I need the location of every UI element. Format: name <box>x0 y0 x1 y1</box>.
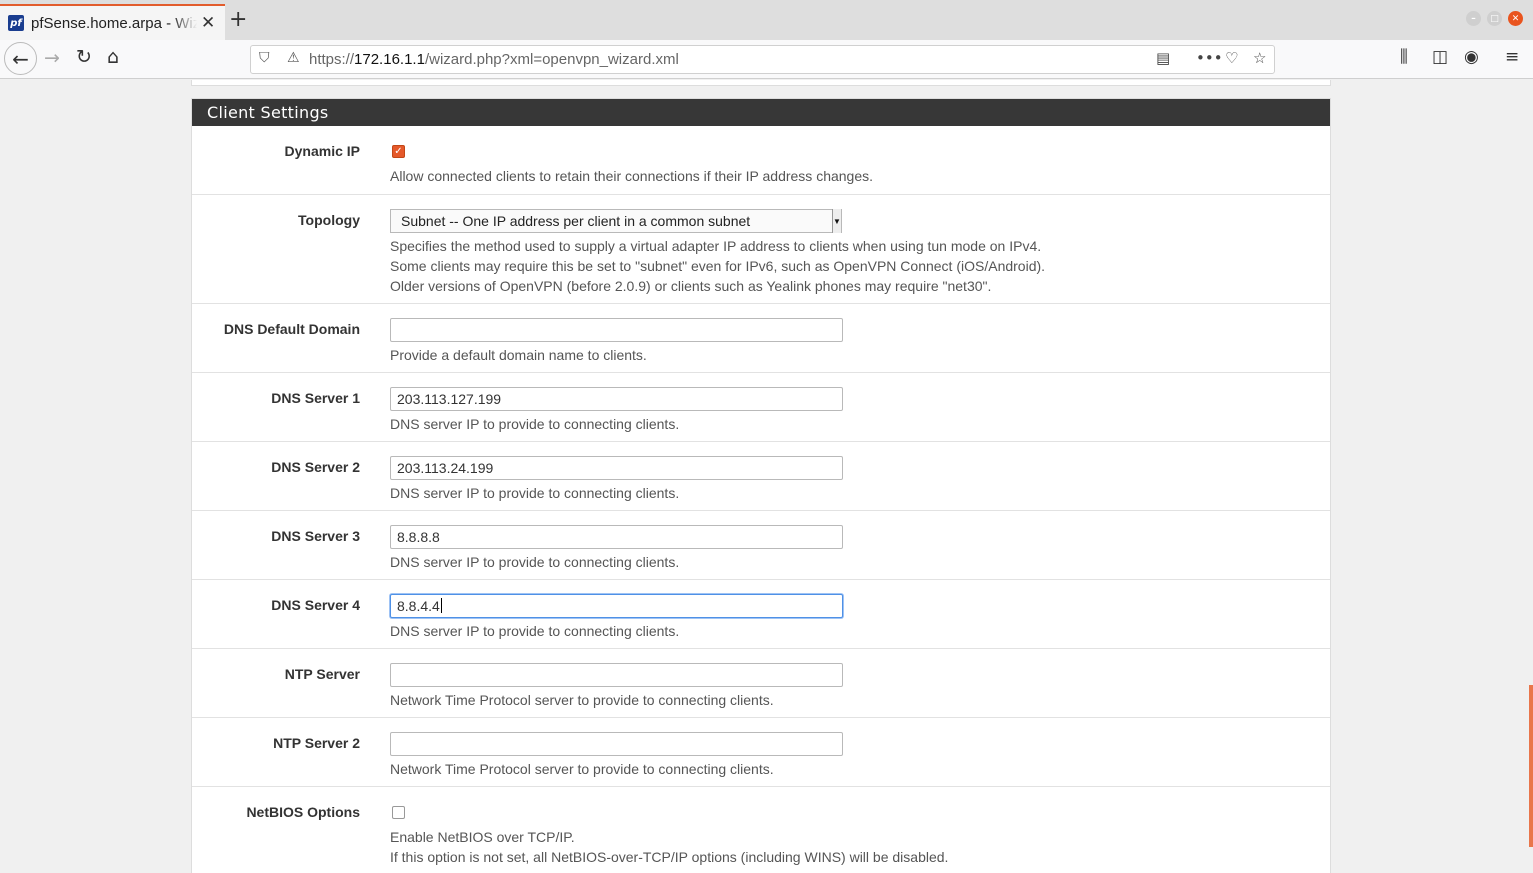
maximize-icon[interactable]: □ <box>1487 11 1502 26</box>
dns-server-1-help: DNS server IP to provide to connecting c… <box>390 416 680 432</box>
dns-server-4-help: DNS server IP to provide to connecting c… <box>390 623 680 639</box>
sidebar-icon[interactable]: ◫ <box>1432 47 1448 67</box>
row-dns-default-domain: DNS Default Domain Provide a default dom… <box>192 304 1330 373</box>
library-icon[interactable]: ⫼ <box>1400 47 1408 67</box>
tab-title: pfSense.home.arpa - Wizard <box>31 14 197 32</box>
page-actions-icon[interactable]: ••• <box>1196 49 1223 67</box>
row-dynamic-ip: Dynamic IP ✓ Allow connected clients to … <box>192 126 1330 195</box>
row-netbios-options: NetBIOS Options Enable NetBIOS over TCP/… <box>192 787 1330 873</box>
row-dns-server-4: DNS Server 4 8.8.4.4 DNS server IP to pr… <box>192 580 1330 649</box>
account-icon[interactable]: ◉ <box>1464 47 1479 67</box>
url-path: /wizard.php?xml=openvpn_wizard.xml <box>424 51 679 68</box>
row-dns-server-2: DNS Server 2 203.113.24.199 DNS server I… <box>192 442 1330 511</box>
bookmark-star-icon[interactable]: ☆ <box>1253 49 1266 67</box>
ntp-server-2-label: NTP Server 2 <box>273 735 360 751</box>
menu-icon[interactable]: ≡ <box>1505 47 1519 67</box>
ntp-server-2-help: Network Time Protocol server to provide … <box>390 761 774 777</box>
pfsense-favicon-icon: pf <box>8 15 24 31</box>
dns-server-3-help: DNS server IP to provide to connecting c… <box>390 554 680 570</box>
tracking-shield-icon[interactable]: ⛉ <box>259 50 270 66</box>
home-icon[interactable]: ⌂ <box>107 46 119 68</box>
row-ntp-server: NTP Server Network Time Protocol server … <box>192 649 1330 718</box>
window-controls: – □ ✕ <box>1466 11 1523 26</box>
dns-server-1-label: DNS Server 1 <box>271 390 360 406</box>
insecure-lock-icon[interactable]: ⚠ <box>287 50 300 66</box>
dns-server-3-input[interactable]: 8.8.8.8 <box>390 525 843 549</box>
topology-select[interactable]: Subnet -- One IP address per client in a… <box>390 209 842 233</box>
topology-label: Topology <box>298 212 360 228</box>
ntp-server-label: NTP Server <box>284 666 360 682</box>
dropdown-arrow-icon: ▼ <box>832 209 841 233</box>
url-host: 172.16.1.1 <box>354 51 425 68</box>
ntp-server-help: Network Time Protocol server to provide … <box>390 692 774 708</box>
dns-domain-help: Provide a default domain name to clients… <box>390 347 647 363</box>
window-close-icon[interactable]: ✕ <box>1508 11 1523 26</box>
dns-server-2-help: DNS server IP to provide to connecting c… <box>390 485 680 501</box>
dns-server-1-input[interactable]: 203.113.127.199 <box>390 387 843 411</box>
netbios-checkbox[interactable] <box>392 806 405 819</box>
new-tab-icon[interactable]: + <box>229 7 247 32</box>
page-content: Client Settings Dynamic IP ✓ Allow conne… <box>0 80 1533 873</box>
minimize-icon[interactable]: – <box>1466 11 1481 26</box>
url-text[interactable]: https://172.16.1.1/wizard.php?xml=openvp… <box>309 51 679 68</box>
reload-icon[interactable]: ↻ <box>76 46 92 68</box>
topology-help-3: Older versions of OpenVPN (before 2.0.9)… <box>390 278 992 294</box>
topology-help-1: Specifies the method used to supply a vi… <box>390 238 1042 254</box>
forward-icon[interactable]: → <box>44 47 60 69</box>
tab-close-icon[interactable]: ✕ <box>201 13 215 33</box>
text-cursor <box>440 598 442 613</box>
pocket-icon[interactable]: ♡ <box>1225 49 1238 67</box>
url-bar[interactable]: ⛉ ⚠ https://172.16.1.1/wizard.php?xml=op… <box>250 45 1275 74</box>
row-dns-server-3: DNS Server 3 8.8.8.8 DNS server IP to pr… <box>192 511 1330 580</box>
dns-server-3-label: DNS Server 3 <box>271 528 360 544</box>
dns-server-4-input[interactable]: 8.8.4.4 <box>390 594 843 618</box>
row-dns-server-1: DNS Server 1 203.113.127.199 DNS server … <box>192 373 1330 442</box>
dns-server-2-label: DNS Server 2 <box>271 459 360 475</box>
dynamic-ip-checkbox[interactable]: ✓ <box>392 145 405 158</box>
dns-domain-label: DNS Default Domain <box>223 321 360 337</box>
dns-server-4-value: 8.8.4.4 <box>397 598 440 614</box>
topology-help-2: Some clients may require this be set to … <box>390 258 1046 274</box>
dns-server-4-label: DNS Server 4 <box>271 597 360 613</box>
dns-server-2-input[interactable]: 203.113.24.199 <box>390 456 843 480</box>
dns-domain-input[interactable] <box>390 318 843 342</box>
panel-heading: Client Settings <box>192 99 1330 126</box>
scrollbar-thumb[interactable] <box>1529 685 1533 847</box>
topology-selected-value: Subnet -- One IP address per client in a… <box>401 213 751 229</box>
row-topology: Topology Subnet -- One IP address per cl… <box>192 195 1330 304</box>
row-ntp-server-2: NTP Server 2 Network Time Protocol serve… <box>192 718 1330 787</box>
previous-panel-bottom <box>191 80 1331 86</box>
back-icon[interactable]: ← <box>4 42 37 75</box>
netbios-label: NetBIOS Options <box>246 804 360 820</box>
browser-tab[interactable]: pf pfSense.home.arpa - Wizard ✕ <box>0 4 225 40</box>
client-settings-panel: Client Settings Dynamic IP ✓ Allow conne… <box>191 98 1331 873</box>
netbios-help-1: Enable NetBIOS over TCP/IP. <box>390 829 575 845</box>
tab-bar: pf pfSense.home.arpa - Wizard ✕ + – □ ✕ <box>0 0 1533 40</box>
ntp-server-input[interactable] <box>390 663 843 687</box>
dynamic-ip-label: Dynamic IP <box>284 143 360 159</box>
dynamic-ip-help: Allow connected clients to retain their … <box>390 168 874 184</box>
netbios-help-2: If this option is not set, all NetBIOS-o… <box>390 849 949 865</box>
ntp-server-2-input[interactable] <box>390 732 843 756</box>
reader-view-icon[interactable]: ▤ <box>1156 49 1170 67</box>
navigation-toolbar: ← → ↻ ⌂ ⛉ ⚠ https://172.16.1.1/wizard.ph… <box>0 40 1533 79</box>
url-scheme: https:// <box>309 51 355 68</box>
